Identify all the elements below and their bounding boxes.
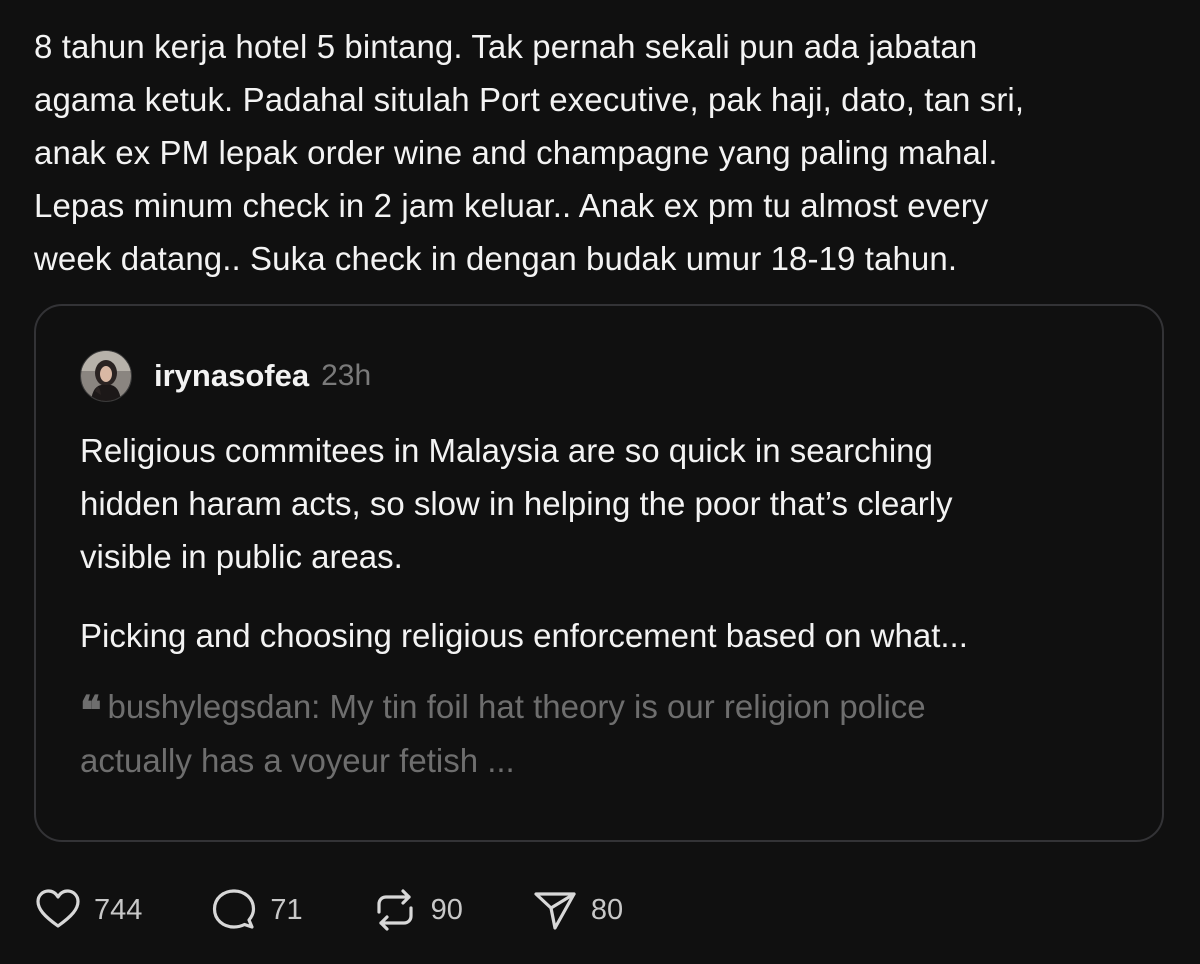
- quoted-timestamp: 23h: [321, 359, 372, 392]
- like-count: 744: [94, 893, 143, 926]
- quoted-paragraph: Religious commitees in Malaysia are so q…: [80, 432, 953, 575]
- quoted-paragraph: Picking and choosing religious enforceme…: [80, 617, 968, 654]
- nested-quote[interactable]: ❝ bushylegsdan: My tin foil hat theory is…: [80, 682, 1140, 786]
- quote-icon: ❝: [80, 687, 102, 734]
- reply-count: 71: [270, 893, 303, 926]
- avatar[interactable]: [80, 350, 132, 402]
- reply-button[interactable]: 71: [210, 886, 303, 934]
- quoted-post-card[interactable]: irynasofea 23h Religious commitees in Ma…: [34, 304, 1164, 842]
- post-text: 8 tahun kerja hotel 5 bintang. Tak perna…: [34, 28, 1025, 277]
- repost-count: 90: [430, 893, 463, 926]
- heart-icon: [36, 889, 80, 928]
- nested-quote-text: bushylegsdan: My tin foil hat theory is …: [80, 688, 926, 779]
- quoted-username[interactable]: irynasofea: [154, 358, 309, 394]
- action-bar: 744 71 90 80: [34, 886, 691, 934]
- share-button[interactable]: 80: [531, 886, 623, 934]
- quoted-post-header: irynasofea 23h: [80, 350, 371, 402]
- share-count: 80: [590, 893, 624, 926]
- send-icon: [534, 892, 576, 930]
- repost-icon: [377, 889, 413, 931]
- quoted-post-body: Religious commitees in Malaysia are so q…: [80, 424, 1140, 688]
- reply-icon: [213, 889, 256, 929]
- repost-button[interactable]: 90: [371, 886, 463, 934]
- like-button[interactable]: 744: [34, 886, 142, 934]
